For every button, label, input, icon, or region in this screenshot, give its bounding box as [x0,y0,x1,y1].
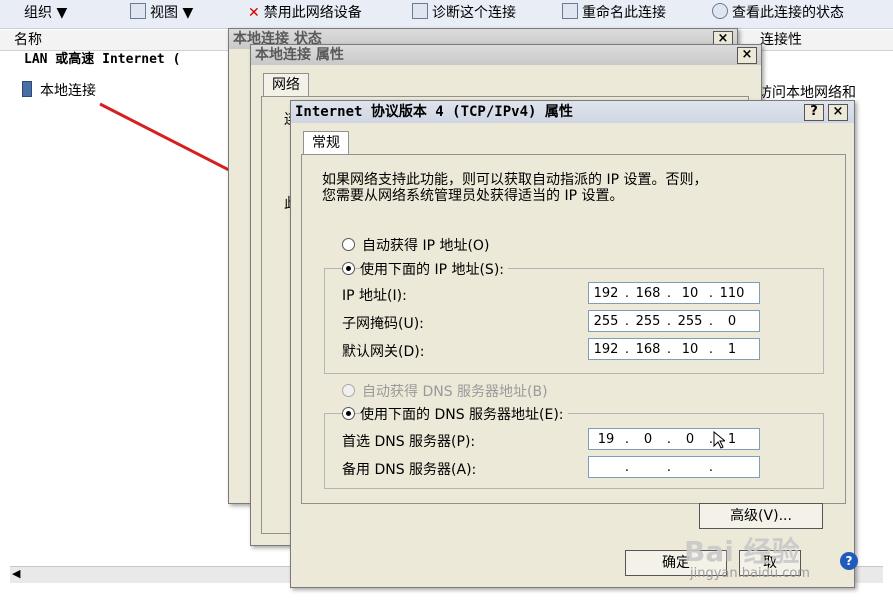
tab-network[interactable]: 网络 [263,73,309,96]
general-pane: 如果网络支持此功能，则可以获取自动指派的 IP 设置。否则， 您需要从网络系统管… [301,154,846,504]
use-ip-radio[interactable] [342,262,355,275]
alternate-dns-label: 备用 DNS 服务器(A): [342,462,477,478]
preferred-dns-label: 首选 DNS 服务器(P): [342,434,476,450]
ip-address-label: IP 地址(I): [342,288,407,304]
watermark-url: jingyan.baidu.com [690,566,810,581]
auto-ip-radio[interactable] [342,238,355,251]
description-line-2: 您需要从网络系统管理员处获得适当的 IP 设置。 [322,188,624,204]
properties-dialog-title[interactable]: 本地连接 属性 [251,45,761,65]
alternate-dns-field[interactable]: ... [588,456,760,478]
auto-ip-label[interactable]: 自动获得 IP 地址(O) [362,235,489,255]
help-circle-icon[interactable]: ? [840,552,858,570]
ipv4-close-button[interactable]: × [828,104,848,121]
ipv4-properties-dialog: Internet 协议版本 4 (TCP/IPv4) 属性 ? × 常规 如果网… [290,100,855,588]
subnet-mask-field[interactable]: 255. 255. 255. 0 [588,310,760,332]
default-gateway-label: 默认网关(D): [342,344,425,360]
baidu-watermark: Bai 经验 [684,535,800,568]
ipv4-dialog-title[interactable]: Internet 协议版本 4 (TCP/IPv4) 属性 [291,101,854,123]
subnet-mask-label: 子网掩码(U): [342,316,424,332]
auto-dns-label[interactable]: 自动获得 DNS 服务器地址(B) [362,381,548,401]
properties-close-button[interactable]: × [737,47,757,64]
tab-general[interactable]: 常规 [303,131,349,154]
auto-dns-radio[interactable] [342,384,355,397]
ip-address-field[interactable]: 192. 168. 10. 110 [588,282,760,304]
use-ip-label[interactable]: 使用下面的 IP 地址(S): [360,259,508,279]
help-button[interactable]: ? [804,104,824,121]
mouse-cursor-icon [713,431,725,449]
preferred-dns-field[interactable]: 19. 0. 0. 1 [588,428,760,450]
use-dns-radio[interactable] [342,407,355,420]
advanced-button[interactable]: 高级(V)... [699,503,823,529]
default-gateway-field[interactable]: 192. 168. 10. 1 [588,338,760,360]
use-dns-label[interactable]: 使用下面的 DNS 服务器地址(E): [360,404,568,424]
